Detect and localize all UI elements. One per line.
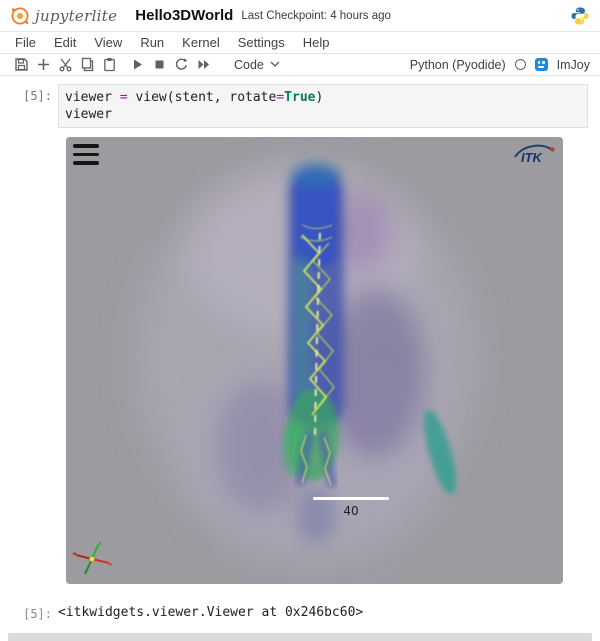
notebook-panel: [5]: viewer = view(stent, rotate=True) v… xyxy=(0,76,600,641)
imjoy-icon[interactable] xyxy=(535,58,548,71)
jupyterlite-logo xyxy=(10,6,30,26)
itk-3d-viewer-canvas[interactable]: ITK 40 xyxy=(66,137,563,584)
save-icon[interactable] xyxy=(10,55,32,75)
svg-text:ITK: ITK xyxy=(521,150,544,165)
viewer-menu-icon[interactable] xyxy=(73,144,99,165)
imjoy-label[interactable]: ImJoy xyxy=(557,58,590,72)
input-prompt: [5]: xyxy=(0,84,58,128)
menu-run[interactable]: Run xyxy=(131,35,173,50)
notebook-title[interactable]: Hello3DWorld xyxy=(135,7,233,24)
horizontal-scrollbar[interactable] xyxy=(8,633,592,641)
scale-bar-label: 40 xyxy=(313,504,389,518)
paste-icon[interactable] xyxy=(98,55,120,75)
cut-icon[interactable] xyxy=(54,55,76,75)
menu-kernel[interactable]: Kernel xyxy=(173,35,229,50)
add-cell-icon[interactable] xyxy=(32,55,54,75)
menu-file[interactable]: File xyxy=(6,35,45,50)
cell-type-dropdown[interactable]: Code xyxy=(228,57,286,73)
code-line-1: viewer = view(stent, rotate=True) xyxy=(65,89,581,106)
code-editor[interactable]: viewer = view(stent, rotate=True) viewer xyxy=(58,84,588,128)
output-repr: <itkwidgets.viewer.Viewer at 0x246bc60> xyxy=(58,602,363,621)
kernel-name-label[interactable]: Python (Pyodide) xyxy=(410,58,506,72)
orientation-axes-icon[interactable] xyxy=(70,540,114,580)
menu-bar: File Edit View Run Kernel Settings Help xyxy=(0,32,600,54)
notebook-toolbar: Code Python (Pyodide) ImJoy xyxy=(0,54,600,76)
itk-logo[interactable]: ITK xyxy=(511,141,557,167)
run-icon[interactable] xyxy=(126,55,148,75)
menu-settings[interactable]: Settings xyxy=(229,35,294,50)
checkpoint-label: Last Checkpoint: 4 hours ago xyxy=(241,10,391,22)
code-line-2: viewer xyxy=(65,106,581,123)
copy-icon[interactable] xyxy=(76,55,98,75)
output-prompt: [5]: xyxy=(0,602,58,621)
run-all-icon[interactable] xyxy=(192,55,214,75)
stop-icon[interactable] xyxy=(148,55,170,75)
python-logo xyxy=(570,6,590,26)
restart-kernel-icon[interactable] xyxy=(170,55,192,75)
scale-bar: 40 xyxy=(313,497,389,518)
menu-view[interactable]: View xyxy=(85,35,131,50)
title-bar: jupyterlite Hello3DWorld Last Checkpoint… xyxy=(0,0,600,32)
chevron-down-icon xyxy=(270,61,280,68)
code-cell: [5]: viewer = view(stent, rotate=True) v… xyxy=(0,84,600,128)
jupyterlite-app: jupyterlite Hello3DWorld Last Checkpoint… xyxy=(0,0,600,641)
scale-bar-line xyxy=(313,497,389,500)
output-area: [5]: <itkwidgets.viewer.Viewer at 0x246b… xyxy=(0,602,600,621)
menu-edit[interactable]: Edit xyxy=(45,35,85,50)
cell-type-label: Code xyxy=(234,58,264,72)
menu-help[interactable]: Help xyxy=(294,35,339,50)
brand-label: jupyterlite xyxy=(35,7,117,25)
kernel-status-icon[interactable] xyxy=(515,59,526,70)
